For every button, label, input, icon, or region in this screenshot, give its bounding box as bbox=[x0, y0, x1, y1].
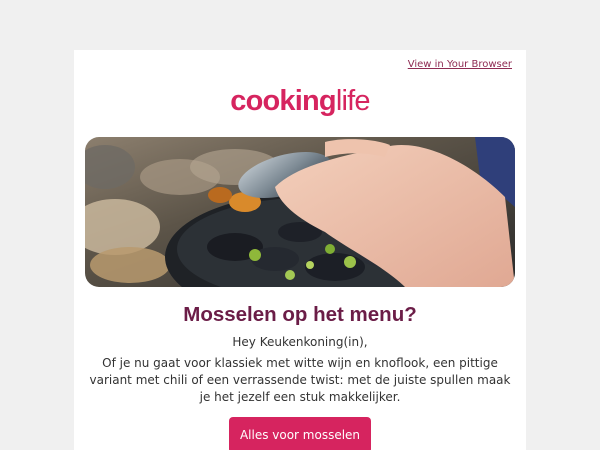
intro-paragraph: Of je nu gaat voor klassiek met witte wi… bbox=[89, 356, 511, 404]
view-in-browser-link[interactable]: View in Your Browser bbox=[408, 59, 512, 70]
shop-mussels-button[interactable]: Alles voor mosselen bbox=[229, 417, 371, 450]
hero-illustration bbox=[85, 137, 515, 287]
logo-part-cooking: cooking bbox=[230, 85, 336, 117]
email-card: View in Your Browser cookinglife Mossele… bbox=[74, 50, 526, 450]
email-headline: Mosselen op het menu? bbox=[183, 303, 417, 326]
logo-part-life: life bbox=[335, 85, 371, 117]
cookinglife-logo[interactable]: cookinglife bbox=[74, 83, 526, 119]
hero-image-mussels[interactable] bbox=[85, 137, 515, 287]
greeting-text: Hey Keukenkoning(in), bbox=[232, 335, 368, 349]
